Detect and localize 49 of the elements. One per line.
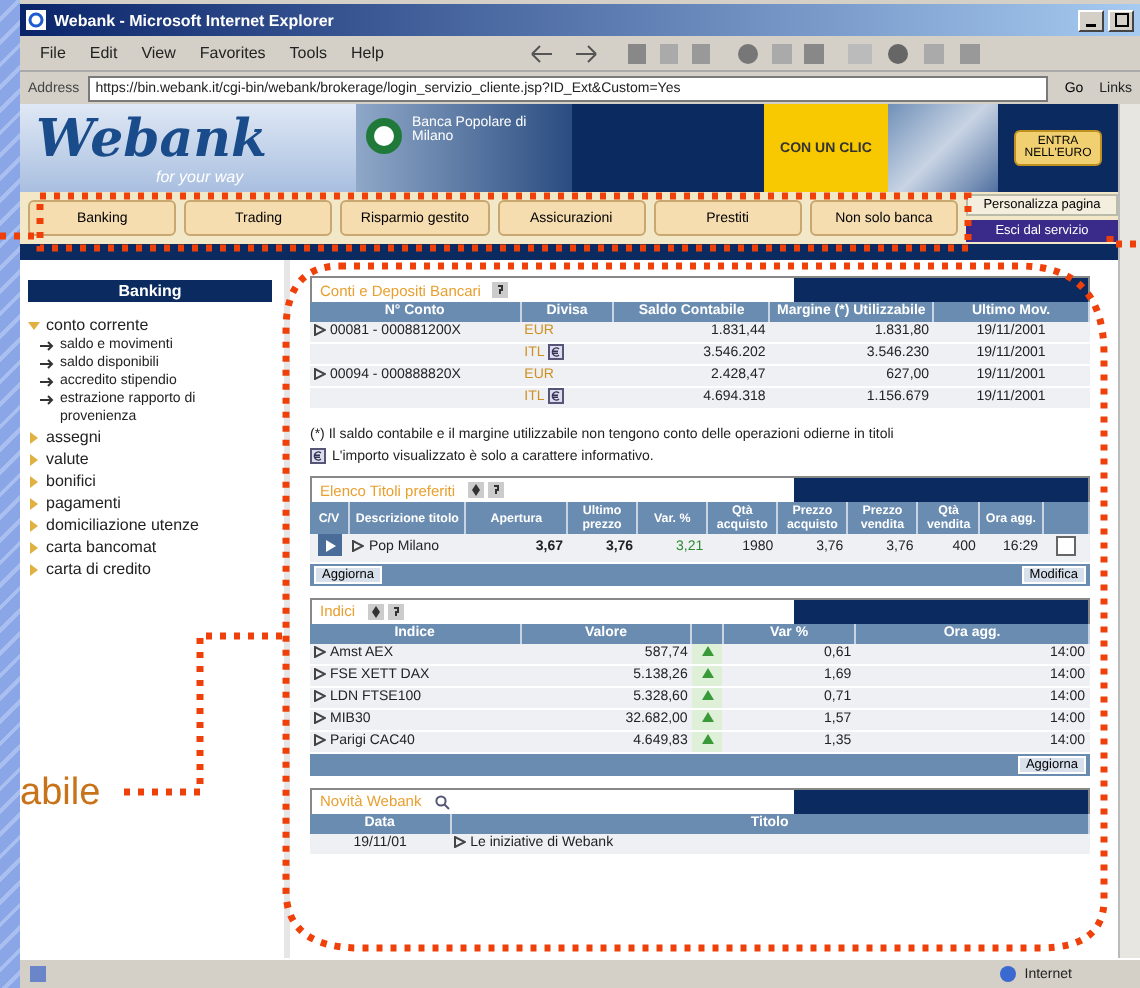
- sidebar-item[interactable]: domiciliazione utenze: [28, 514, 272, 536]
- trade-button[interactable]: [317, 534, 342, 556]
- arrow-icon: [40, 340, 56, 352]
- menu-item[interactable]: Edit: [89, 44, 118, 62]
- sidebar-item[interactable]: bonifici: [28, 470, 272, 492]
- help-icon[interactable]: [487, 482, 504, 498]
- photo-placeholder: [888, 104, 998, 192]
- bank-logo-icon: [364, 116, 404, 156]
- browser-icon: [26, 10, 46, 30]
- euro-icon: [310, 448, 326, 464]
- help-icon[interactable]: [492, 282, 509, 298]
- checkbox[interactable]: [1055, 536, 1076, 557]
- sidebar-item[interactable]: valute: [28, 448, 272, 470]
- play-icon: [323, 539, 336, 551]
- menu-item[interactable]: File: [40, 44, 66, 62]
- triangle-icon: [352, 540, 365, 553]
- menu-item[interactable]: Tools: [289, 44, 327, 62]
- scrollbar[interactable]: [1118, 104, 1140, 958]
- logo: Webank: [36, 111, 270, 167]
- minimize-button[interactable]: [1078, 9, 1104, 31]
- arrow-icon: [40, 376, 56, 388]
- menu-item[interactable]: View: [141, 44, 176, 62]
- sort-icon[interactable]: [367, 603, 384, 619]
- help-icon[interactable]: [387, 603, 404, 619]
- arrow-icon: [40, 358, 56, 370]
- sidebar-title: Banking: [28, 280, 272, 302]
- maximize-button[interactable]: [1108, 9, 1134, 31]
- annotation-outline: [1106, 236, 1140, 248]
- maximize-icon: [1113, 12, 1129, 28]
- triangle-icon: [454, 835, 467, 848]
- window-title: Webank - Microsoft Internet Explorer: [54, 11, 336, 29]
- menu-item[interactable]: Help: [350, 44, 384, 62]
- arrow-icon: [40, 394, 56, 406]
- triangle-icon: [314, 324, 326, 337]
- globe-icon: [998, 964, 1019, 984]
- search-icon[interactable]: [433, 793, 450, 809]
- sort-icon[interactable]: [467, 482, 484, 498]
- sidebar-item[interactable]: carta bancomat: [28, 536, 272, 558]
- sidebar-item[interactable]: assegni: [28, 426, 272, 448]
- tagline: for your way: [156, 167, 246, 185]
- euro-icon[interactable]: [548, 344, 565, 361]
- triangle-icon: [314, 368, 326, 381]
- annotation-label: abile: [20, 772, 101, 816]
- euro-icon[interactable]: [548, 388, 565, 405]
- page-icon: [28, 964, 48, 984]
- sidebar-item[interactable]: pagamenti: [28, 492, 272, 514]
- sidebar-item[interactable]: conto corrente: [28, 314, 272, 336]
- sidebar-item[interactable]: carta di credito: [28, 558, 272, 580]
- menu-item[interactable]: Favorites: [199, 44, 266, 62]
